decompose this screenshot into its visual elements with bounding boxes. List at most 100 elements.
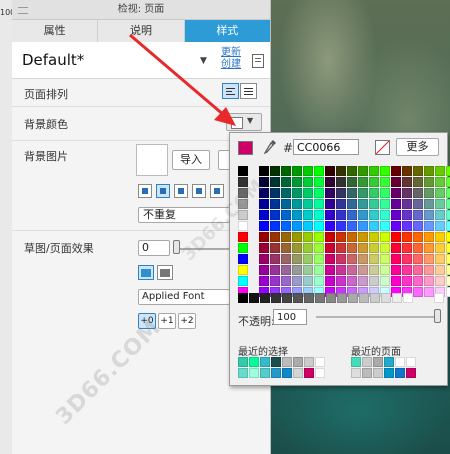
swatch-gray[interactable]: [238, 293, 248, 303]
swatch-websafe[interactable]: [369, 232, 379, 242]
swatch-websafe[interactable]: [402, 210, 412, 220]
swatch-websafe[interactable]: [391, 276, 401, 286]
swatch-websafe[interactable]: [347, 210, 357, 220]
swatch-white[interactable]: [434, 293, 444, 303]
swatch-websafe[interactable]: [336, 276, 346, 286]
swatch-websafe[interactable]: [292, 232, 302, 242]
swatch-websafe[interactable]: [358, 210, 368, 220]
no-color-button[interactable]: [375, 140, 390, 155]
swatch-websafe[interactable]: [402, 254, 412, 264]
swatch-recent[interactable]: [249, 368, 259, 378]
swatch-websafe[interactable]: [347, 265, 357, 275]
swatch-websafe[interactable]: [413, 254, 423, 264]
swatch-recent[interactable]: [238, 368, 248, 378]
swatch-websafe[interactable]: [413, 188, 423, 198]
swatch-websafe[interactable]: [303, 166, 313, 176]
swatch-websafe[interactable]: [413, 243, 423, 253]
swatch-websafe[interactable]: [369, 188, 379, 198]
swatch-websafe[interactable]: [259, 166, 269, 176]
swatch-websafe[interactable]: [402, 199, 412, 209]
more-colors-button[interactable]: 更多: [396, 138, 439, 156]
swatch-recent[interactable]: [304, 368, 314, 378]
swatch-websafe[interactable]: [380, 221, 390, 231]
swatch-websafe[interactable]: [402, 177, 412, 187]
swatch-websafe[interactable]: [281, 166, 291, 176]
swatch-websafe[interactable]: [303, 221, 313, 231]
import-button[interactable]: 导入: [172, 150, 210, 170]
swatch-websafe[interactable]: [259, 254, 269, 264]
swatch-gray[interactable]: [271, 293, 281, 303]
eyedropper-icon[interactable]: [263, 139, 277, 155]
swatch-websafe[interactable]: [413, 232, 423, 242]
swatch-websafe[interactable]: [259, 232, 269, 242]
swatch-websafe[interactable]: [380, 254, 390, 264]
swatch-websafe[interactable]: [413, 199, 423, 209]
swatch-websafe[interactable]: [391, 199, 401, 209]
swatch-websafe[interactable]: [391, 166, 401, 176]
swatch-websafe[interactable]: [347, 243, 357, 253]
font-offset-button[interactable]: +2: [178, 313, 196, 329]
swatch-websafe[interactable]: [270, 265, 280, 275]
swatch-websafe[interactable]: [358, 276, 368, 286]
chevron-down-icon[interactable]: ▼: [200, 56, 207, 66]
swatch-websafe[interactable]: [303, 188, 313, 198]
swatch-recent[interactable]: [293, 357, 303, 367]
swatch-websafe[interactable]: [303, 276, 313, 286]
swatch-websafe[interactable]: [292, 199, 302, 209]
swatch-websafe[interactable]: [270, 232, 280, 242]
swatch-websafe[interactable]: [369, 243, 379, 253]
swatch-websafe[interactable]: [314, 199, 324, 209]
swatch-websafe[interactable]: [380, 177, 390, 187]
swatch-websafe[interactable]: [292, 243, 302, 253]
swatch-basic[interactable]: [238, 166, 248, 176]
swatch-gray[interactable]: [304, 293, 314, 303]
tab-notes[interactable]: 说明: [98, 20, 185, 42]
align-top-right-button[interactable]: [174, 184, 188, 198]
swatch-websafe[interactable]: [358, 177, 368, 187]
swatch-recent[interactable]: [282, 368, 292, 378]
swatch-websafe[interactable]: [292, 166, 302, 176]
swatch-websafe[interactable]: [336, 177, 346, 187]
swatch-websafe[interactable]: [413, 210, 423, 220]
swatch-websafe[interactable]: [380, 265, 390, 275]
swatch-recent[interactable]: [249, 357, 259, 367]
swatch-websafe[interactable]: [270, 243, 280, 253]
swatch-gray[interactable]: [337, 293, 347, 303]
swatch-websafe[interactable]: [292, 254, 302, 264]
swatch-websafe[interactable]: [314, 166, 324, 176]
swatch-websafe[interactable]: [347, 166, 357, 176]
swatch-gray[interactable]: [249, 293, 259, 303]
swatch-websafe[interactable]: [336, 199, 346, 209]
swatch-websafe[interactable]: [402, 166, 412, 176]
swatch-websafe[interactable]: [281, 276, 291, 286]
swatch-websafe[interactable]: [270, 199, 280, 209]
align-fill-button[interactable]: [210, 184, 224, 198]
swatch-gray[interactable]: [315, 293, 325, 303]
style-manager-icon[interactable]: [252, 54, 264, 68]
swatch-websafe[interactable]: [303, 199, 313, 209]
swatch-websafe[interactable]: [435, 166, 445, 176]
swatch-websafe[interactable]: [270, 254, 280, 264]
swatch-websafe[interactable]: [424, 265, 434, 275]
swatch-gray[interactable]: [403, 293, 413, 303]
swatch-websafe[interactable]: [435, 221, 445, 231]
swatch-websafe[interactable]: [435, 265, 445, 275]
swatch-websafe[interactable]: [314, 232, 324, 242]
swatch-page[interactable]: [362, 368, 372, 378]
swatch-websafe[interactable]: [413, 265, 423, 275]
swatch-basic[interactable]: [238, 254, 248, 264]
swatch-websafe[interactable]: [446, 166, 450, 176]
swatch-websafe[interactable]: [424, 221, 434, 231]
swatch-websafe[interactable]: [358, 221, 368, 231]
swatch-websafe[interactable]: [259, 276, 269, 286]
swatch-websafe[interactable]: [314, 221, 324, 231]
swatch-recent[interactable]: [282, 357, 292, 367]
swatch-websafe[interactable]: [446, 243, 450, 253]
swatch-websafe[interactable]: [303, 177, 313, 187]
swatch-websafe[interactable]: [314, 265, 324, 275]
swatch-websafe[interactable]: [325, 254, 335, 264]
swatch-websafe[interactable]: [424, 177, 434, 187]
swatch-websafe[interactable]: [424, 199, 434, 209]
font-select[interactable]: Applied Font: [138, 289, 230, 305]
swatch-websafe[interactable]: [424, 287, 434, 297]
